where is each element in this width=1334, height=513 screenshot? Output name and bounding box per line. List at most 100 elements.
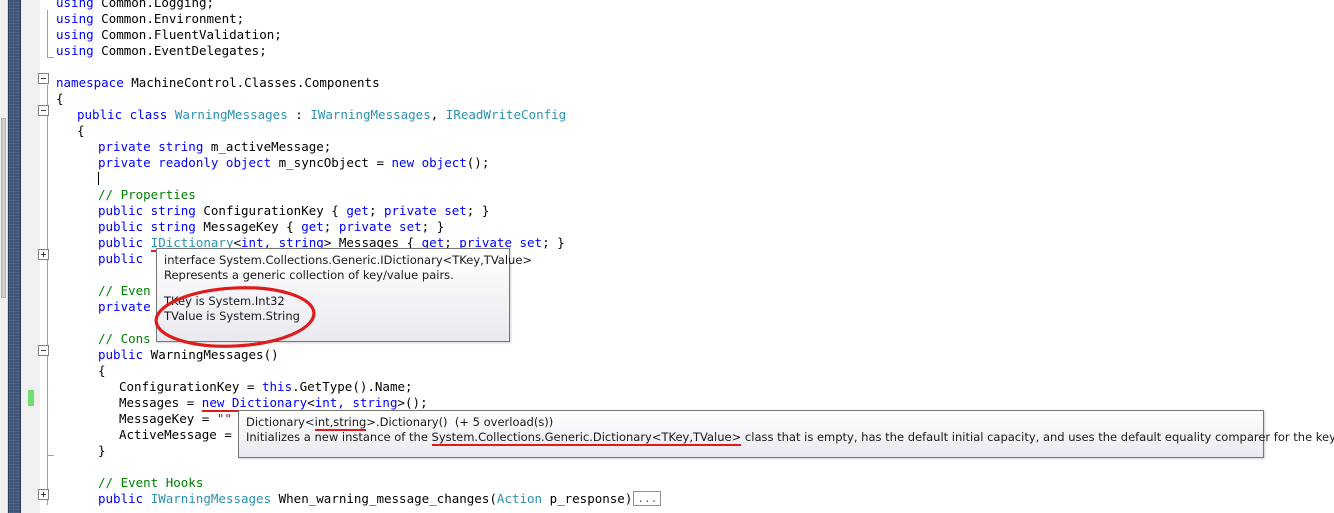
- quickinfo-summary: Represents a generic collection of key/v…: [164, 268, 454, 282]
- outline-tick-usings: [47, 57, 54, 58]
- code-line[interactable]: public string MessageKey { get; private …: [98, 219, 444, 235]
- code-token: MachineControl.Classes.Components: [123, 75, 380, 90]
- code-token: private string: [98, 139, 204, 154]
- code-token: ; }: [542, 235, 565, 250]
- code-line[interactable]: {: [98, 363, 106, 379]
- code-token: public: [98, 251, 144, 266]
- code-line[interactable]: {: [56, 91, 64, 107]
- code-line[interactable]: public IWarningMessages When_warning_mes…: [98, 491, 662, 507]
- code-line[interactable]: // Cons: [98, 331, 151, 347]
- signature-help-summary: Initializes a new instance of the System…: [239, 430, 1334, 446]
- code-line[interactable]: public: [98, 251, 143, 267]
- signature-overload-count-spacer: [448, 415, 455, 429]
- vertical-scrollbar[interactable]: [0, 0, 8, 513]
- code-line[interactable]: Messages = new Dictionary<int, string>()…: [119, 395, 428, 412]
- code-line[interactable]: public WarningMessages(): [98, 347, 279, 363]
- code-token: .GetType().Name;: [292, 379, 413, 394]
- outline-collapse-class[interactable]: [38, 105, 49, 116]
- signature-generic-args: int,string: [314, 415, 367, 431]
- code-line[interactable]: using Common.Environment;: [56, 11, 244, 27]
- code-token: using: [56, 11, 94, 26]
- code-token: private readonly object: [98, 155, 272, 170]
- code-token: ();: [405, 395, 428, 410]
- code-token: public: [98, 347, 144, 362]
- summary-suffix: class that is empty, has the default ini…: [741, 430, 1334, 444]
- code-line[interactable]: private string m_activeMessage;: [98, 139, 331, 155]
- code-token: MessageKey {: [195, 219, 302, 234]
- outline-collapse-namespace[interactable]: [38, 73, 49, 84]
- code-token: ConfigurationKey =: [119, 379, 262, 394]
- vertical-scrollbar-thumb[interactable]: [1, 118, 6, 298]
- summary-type-name: System.Collections.Generic.Dictionary<TK…: [431, 430, 742, 446]
- quickinfo-tvalue: TValue is System.String: [164, 309, 300, 323]
- code-token: // Even: [98, 283, 151, 298]
- code-token: new object: [391, 155, 467, 170]
- code-token: IWarningMessages: [310, 107, 431, 122]
- signature-overload-count: (+ 5 overload(s)): [454, 415, 554, 429]
- outline-expand-method-event-hooks[interactable]: [38, 489, 49, 500]
- signature-prefix: Dictionary<: [246, 415, 315, 429]
- code-token: using: [56, 27, 94, 42]
- code-line[interactable]: MessageKey = "": [119, 411, 232, 427]
- code-token: ;: [368, 203, 384, 218]
- code-token: ActiveMessage =: [119, 427, 232, 442]
- code-token: p_response): [542, 491, 633, 506]
- code-token: {: [56, 91, 64, 106]
- code-token: WarningMessages: [174, 107, 288, 122]
- code-token: // Cons: [98, 331, 151, 346]
- code-token: get: [301, 219, 324, 234]
- code-token: :: [287, 107, 311, 122]
- code-token: WarningMessages(): [143, 347, 279, 362]
- unsaved-change-bar: [28, 390, 34, 406]
- code-token: ; }: [421, 219, 445, 234]
- code-editor-screenshot: using Common.Logging; using Common.Enviro…: [0, 0, 1334, 513]
- outline-expand-region-events[interactable]: [38, 249, 49, 260]
- code-line[interactable]: // Properties: [98, 187, 196, 203]
- quickinfo-tkey: TKey is System.Int32: [164, 294, 285, 308]
- code-token: Common.EventDelegates;: [93, 43, 267, 58]
- code-line[interactable]: using Common.Logging;: [56, 0, 214, 11]
- code-token: Common.Environment;: [93, 11, 245, 26]
- code-line[interactable]: namespace MachineControl.Classes.Compone…: [56, 75, 380, 91]
- code-token: private set: [384, 203, 467, 218]
- code-token: get: [346, 203, 369, 218]
- code-token: public class: [77, 107, 168, 122]
- code-token: using: [56, 0, 94, 10]
- code-line[interactable]: using Common.FluentValidation;: [56, 27, 282, 43]
- code-token: ;: [323, 219, 339, 234]
- code-token: namespace: [56, 75, 124, 90]
- code-line[interactable]: public class WarningMessages : IWarningM…: [77, 107, 566, 123]
- code-line[interactable]: }: [98, 443, 106, 459]
- code-line[interactable]: {: [77, 123, 85, 139]
- code-line[interactable]: public string ConfigurationKey { get; pr…: [98, 203, 489, 219]
- collapsed-region-ellipsis[interactable]: ...: [633, 491, 662, 506]
- code-token: // Properties: [98, 187, 196, 202]
- code-token: Messages =: [119, 395, 202, 410]
- intellisense-signature-help-tooltip: Dictionary<int,string>.Dictionary() (+ 5…: [238, 410, 1334, 458]
- code-line[interactable]: private: [98, 299, 151, 315]
- code-token: m_activeMessage;: [203, 139, 332, 154]
- code-token: private: [98, 299, 151, 314]
- code-line[interactable]: [98, 171, 99, 187]
- code-line[interactable]: // Event Hooks: [98, 475, 203, 491]
- code-token: IWarningMessages: [150, 491, 272, 506]
- summary-prefix: Initializes a new instance of the: [246, 430, 432, 444]
- outline-collapse-constructor[interactable]: [38, 345, 49, 356]
- outline-guide-namespace: [47, 85, 48, 505]
- code-token: private set: [338, 219, 422, 234]
- code-line[interactable]: // Even: [98, 283, 151, 299]
- code-line[interactable]: ConfigurationKey = this.GetType().Name;: [119, 379, 413, 395]
- code-token: When_warning_message_changes(: [271, 491, 497, 506]
- code-token: ; }: [466, 203, 490, 218]
- code-line[interactable]: ActiveMessage =: [119, 427, 232, 443]
- code-token: public string: [98, 203, 196, 218]
- outline-tick-constructor-end: [47, 455, 54, 456]
- code-line[interactable]: private readonly object m_syncObject = n…: [98, 155, 489, 171]
- code-token: Action: [496, 491, 543, 506]
- quickinfo-spacer: [157, 283, 509, 294]
- code-line[interactable]: using Common.EventDelegates;: [56, 43, 267, 59]
- code-token: {: [77, 123, 85, 138]
- code-token: IReadWriteConfig: [445, 107, 567, 122]
